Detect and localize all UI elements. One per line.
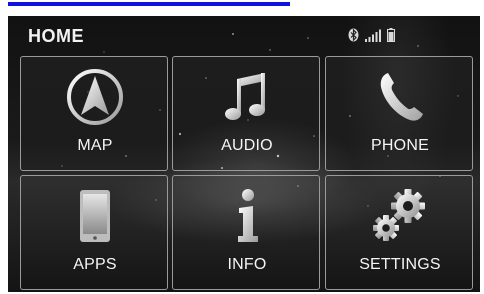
info-tile-button[interactable]: INFO (172, 175, 320, 290)
settings-tile-button[interactable]: SETTINGS (325, 175, 473, 290)
tile-label: PHONE (371, 137, 429, 154)
signal-strength-icon (365, 29, 381, 42)
page-title: HOME (28, 26, 84, 46)
battery-icon (387, 28, 395, 42)
music-note-icon (173, 65, 321, 129)
tablet-icon (21, 184, 169, 248)
navigation-arrow-icon (21, 65, 169, 129)
tile-label: APPS (73, 256, 117, 273)
home-screen: HOME MAP AUDIO PHONE APPS INFO SETTINGS (8, 16, 480, 292)
bluetooth-icon (348, 28, 359, 42)
apps-tile-button[interactable]: APPS (20, 175, 168, 290)
audio-tile-button[interactable]: AUDIO (172, 56, 320, 171)
tile-label: MAP (77, 137, 113, 154)
tile-label: SETTINGS (359, 256, 441, 273)
phone-handset-icon (326, 65, 474, 129)
accent-bar (8, 2, 290, 6)
tile-label: AUDIO (221, 137, 273, 154)
gears-icon (326, 184, 474, 248)
status-bar (348, 27, 395, 43)
map-tile-button[interactable]: MAP (20, 56, 168, 171)
info-icon (173, 184, 321, 248)
top-accent-strip (0, 0, 484, 8)
phone-tile-button[interactable]: PHONE (325, 56, 473, 171)
tile-label: INFO (227, 256, 267, 273)
